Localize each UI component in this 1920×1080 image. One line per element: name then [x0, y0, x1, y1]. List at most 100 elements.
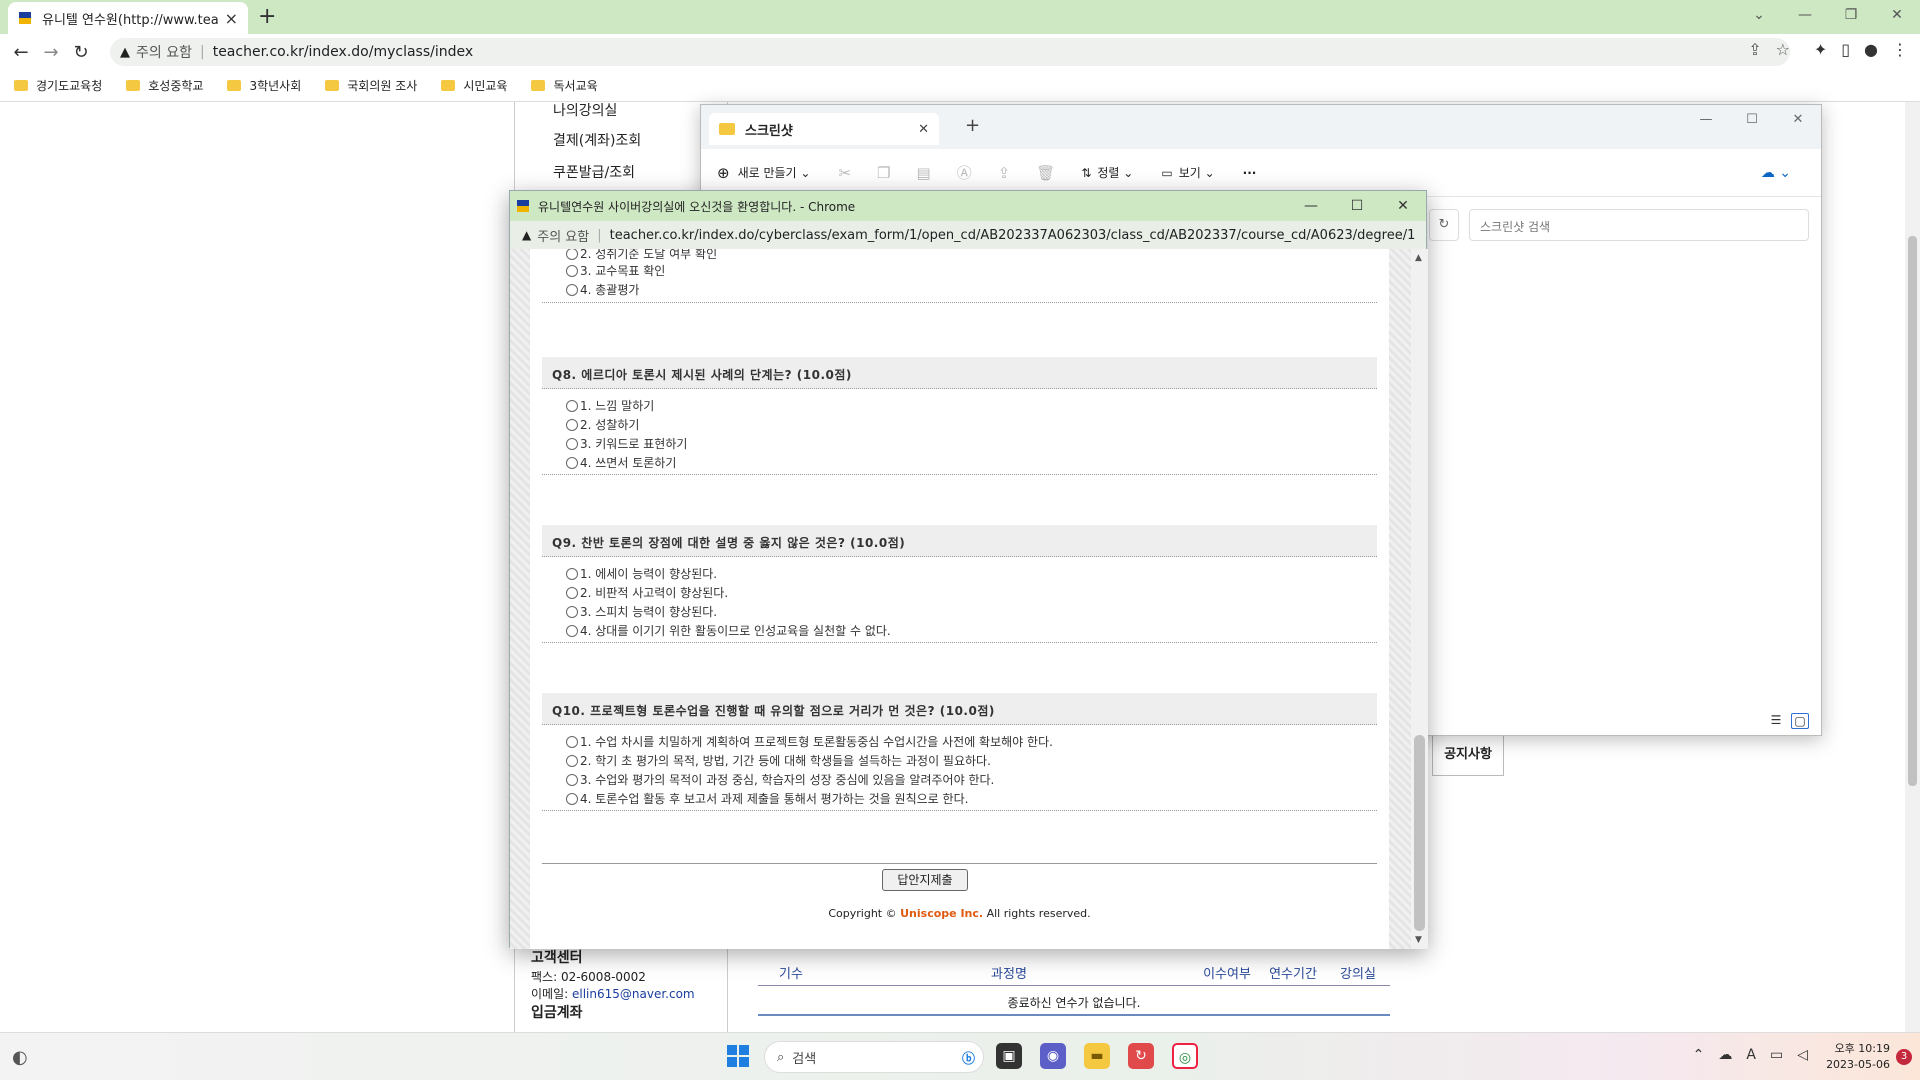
- volume-icon[interactable]: ◁: [1797, 1047, 1808, 1063]
- q7-option-4[interactable]: 4. 총괄평가: [566, 281, 639, 298]
- q8-option-1[interactable]: 1. 느낌 말하기: [566, 397, 654, 414]
- refresh-icon[interactable]: ↻: [1429, 209, 1459, 241]
- maximize-icon[interactable]: ☐: [1334, 191, 1380, 221]
- bookmark-item[interactable]: 시민교육: [441, 77, 507, 94]
- network-icon[interactable]: ▭: [1770, 1047, 1783, 1063]
- q8-option-3[interactable]: 3. 키워드로 표현하기: [566, 435, 687, 452]
- radio-button[interactable]: [566, 399, 578, 412]
- q10-option-2[interactable]: 2. 학기 초 평가의 목적, 방법, 기간 등에 대해 학생들을 설득하는 과…: [566, 752, 991, 769]
- q8-option-2[interactable]: 2. 성찰하기: [566, 416, 639, 433]
- main-tab[interactable]: 유니텔 연수원(http://www.teach ×: [8, 2, 248, 34]
- q9-option-3[interactable]: 3. 스피치 능력이 향상된다.: [566, 603, 717, 620]
- main-scroll-thumb[interactable]: [1908, 236, 1917, 786]
- new-tab-icon[interactable]: +: [965, 115, 980, 136]
- onedrive-icon[interactable]: ☁: [1718, 1047, 1732, 1063]
- scroll-down-icon[interactable]: ▼: [1415, 935, 1422, 945]
- chrome-icon[interactable]: ◎: [1172, 1043, 1198, 1069]
- app-refresh-icon[interactable]: ↻: [1128, 1043, 1154, 1069]
- new-tab-icon[interactable]: +: [258, 4, 276, 29]
- tab-search-icon[interactable]: ⌄: [1736, 0, 1782, 30]
- notification-badge[interactable]: 3: [1896, 1049, 1912, 1065]
- reload-icon[interactable]: ↻: [66, 42, 96, 63]
- onedrive-cloud-icon[interactable]: ☁ ⌄: [1761, 165, 1791, 181]
- radio-button[interactable]: [566, 437, 578, 450]
- main-scrollbar[interactable]: [1905, 102, 1920, 1032]
- share-icon[interactable]: ⇪: [998, 164, 1011, 182]
- warning-icon[interactable]: ▲: [522, 228, 531, 242]
- radio-button[interactable]: [566, 754, 578, 767]
- q10-option-4[interactable]: 4. 토론수업 활동 후 보고서 과제 제출을 통해서 평가하는 것을 원칙으로…: [566, 790, 968, 807]
- chevron-up-icon[interactable]: ⌃: [1693, 1047, 1705, 1063]
- popup-scroll-thumb[interactable]: [1414, 735, 1425, 931]
- sort-button[interactable]: ⇅ 정렬 ⌄: [1081, 164, 1133, 181]
- task-view-icon[interactable]: ▣: [996, 1043, 1022, 1069]
- email-link[interactable]: ellin615@naver.com: [572, 987, 695, 1001]
- close-tab-icon[interactable]: ✕: [918, 122, 929, 137]
- explorer-search-input[interactable]: 스크린샷 검색: [1469, 209, 1809, 241]
- tiles-view-icon[interactable]: ▢: [1791, 713, 1809, 729]
- radio-button[interactable]: [566, 418, 578, 431]
- clock[interactable]: 오후 10:19 2023-05-06: [1826, 1041, 1890, 1073]
- copy-icon[interactable]: ❐: [877, 164, 890, 182]
- q9-option-2[interactable]: 2. 비판적 사고력이 향상된다.: [566, 584, 728, 601]
- bookmark-star-icon[interactable]: ☆: [1776, 40, 1790, 59]
- menu-item-my-classroom[interactable]: 나의강의실: [553, 100, 617, 120]
- cut-icon[interactable]: ✂: [838, 164, 851, 182]
- extensions-icon[interactable]: ✦: [1814, 40, 1827, 59]
- side-panel-icon[interactable]: ▯: [1841, 40, 1850, 59]
- q7-option-3[interactable]: 3. 교수목표 확인: [566, 262, 665, 279]
- submit-answers-button[interactable]: 답안지제출: [882, 869, 968, 891]
- paste-icon[interactable]: ▤: [917, 164, 931, 182]
- bookmark-item[interactable]: 국회의원 조사: [325, 77, 417, 94]
- close-window-icon[interactable]: ✕: [1380, 191, 1426, 221]
- restore-icon[interactable]: ❐: [1828, 0, 1874, 30]
- bookmark-item[interactable]: 호성중학교: [126, 77, 203, 94]
- popup-scrollbar[interactable]: ▲ ▼: [1411, 249, 1428, 949]
- taskbar-search[interactable]: ⌕ 검색 ⓑ: [764, 1041, 984, 1073]
- input-method-icon[interactable]: A: [1746, 1047, 1756, 1063]
- bing-icon[interactable]: ⓑ: [962, 1048, 975, 1067]
- scroll-up-icon[interactable]: ▲: [1415, 253, 1422, 263]
- close-tab-icon[interactable]: ×: [225, 9, 238, 28]
- q7-option-2[interactable]: 2. 성취기준 도달 여부 확인: [566, 249, 717, 262]
- menu-icon[interactable]: ⋮: [1892, 40, 1908, 59]
- q8-option-4[interactable]: 4. 쓰면서 토론하기: [566, 454, 676, 471]
- explorer-tab[interactable]: 스크린샷 ✕: [709, 113, 939, 145]
- radio-button[interactable]: [566, 624, 578, 637]
- q9-option-4[interactable]: 4. 상대를 이기기 위한 활동이므로 인성교육을 실천할 수 없다.: [566, 622, 891, 639]
- view-button[interactable]: ▭ 보기 ⌄: [1161, 164, 1214, 181]
- details-view-icon[interactable]: ☰: [1767, 713, 1785, 729]
- radio-button[interactable]: [566, 249, 578, 260]
- bookmark-item[interactable]: 독서교육: [531, 77, 598, 94]
- forward-icon[interactable]: →: [36, 42, 66, 63]
- menu-item-payment[interactable]: 결제(계좌)조회: [553, 130, 641, 150]
- menu-item-coupon[interactable]: 쿠폰발급/조회: [553, 162, 635, 182]
- rename-icon[interactable]: Ⓐ: [957, 162, 972, 183]
- radio-button[interactable]: [566, 586, 578, 599]
- radio-button[interactable]: [566, 456, 578, 469]
- widgets-icon[interactable]: ◐: [12, 1047, 28, 1068]
- q9-option-1[interactable]: 1. 에세이 능력이 향상된다.: [566, 565, 717, 582]
- minimize-icon[interactable]: —: [1683, 105, 1729, 135]
- q10-option-3[interactable]: 3. 수업와 평가의 목적이 과정 중심, 학습자의 성장 중심에 있음을 알려…: [566, 771, 994, 788]
- radio-button[interactable]: [566, 283, 578, 296]
- profile-avatar[interactable]: ●: [1864, 40, 1878, 59]
- new-button[interactable]: ⊕ 새로 만들기 ⌄: [717, 164, 810, 182]
- warning-icon[interactable]: ▲: [120, 45, 130, 60]
- radio-button[interactable]: [566, 605, 578, 618]
- more-options-icon[interactable]: ···: [1243, 166, 1257, 180]
- bookmark-item[interactable]: 경기도교육청: [14, 77, 102, 94]
- radio-button[interactable]: [566, 567, 578, 580]
- notice-box[interactable]: 공지사항: [1432, 734, 1504, 776]
- teams-icon[interactable]: ◉: [1040, 1043, 1066, 1069]
- radio-button[interactable]: [566, 264, 578, 277]
- close-window-icon[interactable]: ✕: [1775, 105, 1821, 135]
- back-icon[interactable]: ←: [6, 42, 36, 63]
- file-explorer-icon[interactable]: ▬: [1084, 1043, 1110, 1069]
- start-button[interactable]: [727, 1045, 749, 1067]
- delete-icon[interactable]: 🗑: [1036, 164, 1055, 182]
- address-bar[interactable]: ▲ 주의 요함 | teacher.co.kr/index.do/myclass…: [110, 38, 1790, 66]
- share-icon[interactable]: ⇪: [1748, 40, 1761, 59]
- bookmark-item[interactable]: 3학년사회: [227, 77, 301, 94]
- radio-button[interactable]: [566, 792, 578, 805]
